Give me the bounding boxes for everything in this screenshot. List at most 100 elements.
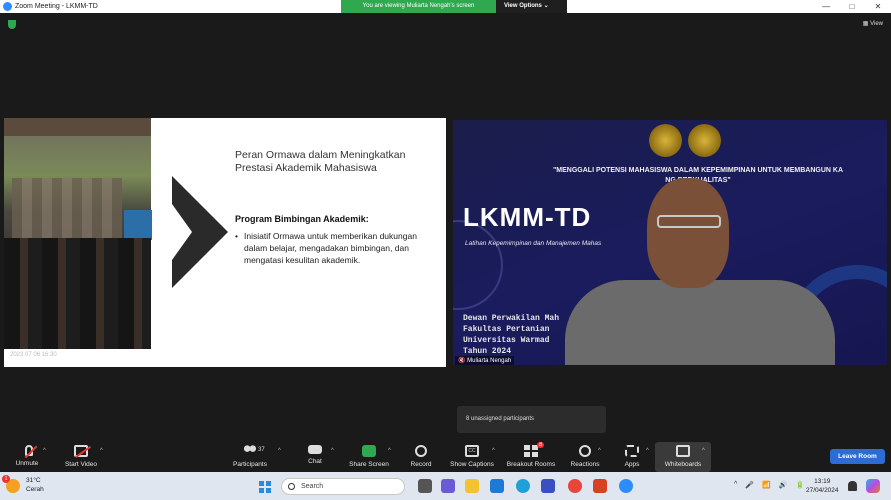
leave-room-button[interactable]: Leave Room — [830, 449, 885, 464]
speaker-head — [647, 178, 729, 288]
slide-subtitle: Program Bimbingan Akademik: — [235, 214, 369, 224]
weather-sun-icon: 1 — [2, 475, 20, 493]
emblem-left-icon — [649, 124, 682, 157]
apps-label: Apps — [624, 461, 640, 468]
edge-icon[interactable] — [516, 479, 530, 493]
slide-photo — [4, 118, 184, 349]
clock-time: 13:19 — [814, 478, 831, 485]
audio-options-chevron-icon[interactable]: ^ — [43, 448, 46, 454]
view-button[interactable]: ▦ View — [863, 20, 883, 27]
minimize-button[interactable]: — — [813, 0, 839, 13]
breakout-rooms-button[interactable]: 8 Breakout Rooms — [504, 442, 558, 472]
reactions-chevron-icon[interactable]: ^ — [598, 448, 601, 454]
unassigned-participants-popup[interactable]: 8 unassigned participants — [457, 406, 606, 433]
teams-icon[interactable] — [441, 479, 455, 493]
tray-overflow-icon[interactable]: ^ — [734, 481, 737, 489]
photo-timestamp: 2023 07 06 16:30 — [10, 352, 57, 358]
windows-taskbar: 1 31°C Cerah Search ^ 🎤 📶 🔊 🔋 13:19 27/0… — [0, 472, 891, 500]
notifications-bell-icon[interactable] — [848, 481, 857, 491]
video-options-chevron-icon[interactable]: ^ — [100, 448, 103, 454]
slide-bullet-text: Inisiatif Ormawa untuk memberikan dukung… — [244, 231, 417, 265]
participants-chevron-icon[interactable]: ^ — [278, 448, 281, 454]
start-video-button[interactable]: Start Video — [60, 442, 102, 472]
show-captions-label: Show Captions — [450, 461, 494, 468]
zoom-logo-icon — [3, 2, 12, 11]
share-screen-icon — [362, 445, 376, 457]
start-video-label: Start Video — [64, 461, 98, 468]
close-button[interactable]: ✕ — [865, 0, 891, 13]
record-icon — [415, 445, 427, 457]
show-captions-button[interactable]: CC Show Captions — [448, 442, 496, 472]
store-icon[interactable] — [490, 479, 504, 493]
reactions-button[interactable]: Reactions — [568, 442, 602, 472]
view-options-button[interactable]: View Options ⌄ — [496, 0, 567, 13]
search-placeholder: Search — [301, 483, 324, 490]
breakout-rooms-label: Breakout Rooms — [506, 461, 556, 468]
participants-icon: 37 — [243, 445, 265, 457]
chat-chevron-icon[interactable]: ^ — [331, 448, 334, 454]
battery-icon[interactable]: 🔋 — [795, 481, 804, 489]
weather-condition: Cerah — [26, 486, 44, 493]
breakout-rooms-badge: 8 — [537, 442, 544, 448]
share-screen-button[interactable]: Share Screen — [347, 442, 391, 472]
weather-widget[interactable]: 1 31°C Cerah — [2, 475, 44, 494]
security-shield-icon[interactable] — [8, 20, 16, 29]
chrome-icon[interactable] — [568, 479, 582, 493]
wifi-icon[interactable]: 📶 — [762, 481, 771, 489]
unmute-label: Unmute — [15, 460, 39, 467]
speaker-body — [565, 280, 835, 365]
taskbar-search-box[interactable]: Search — [281, 478, 405, 495]
windows-start-icon[interactable] — [259, 481, 271, 493]
photo-sacks — [12, 178, 122, 238]
whiteboards-chevron-icon[interactable]: ^ — [702, 448, 705, 454]
participant-count: 37 — [258, 447, 265, 453]
org-line: Dewan Perwakilan Mah — [463, 314, 560, 323]
maximize-button[interactable]: □ — [839, 0, 865, 13]
copilot-icon[interactable] — [866, 479, 880, 493]
chat-label: Chat — [308, 458, 322, 465]
participants-button[interactable]: 37 Participants — [229, 442, 271, 472]
reactions-label: Reactions — [570, 461, 600, 468]
app-icon[interactable] — [541, 479, 555, 493]
share-screen-label: Share Screen — [349, 461, 389, 468]
clock-date: 27/04/2024 — [806, 487, 839, 494]
whiteboards-button[interactable]: Whiteboards — [655, 442, 711, 472]
taskbar-clock[interactable]: 13:19 27/04/2024 — [806, 477, 839, 495]
view-button-label: View — [870, 21, 883, 27]
reactions-icon — [579, 445, 591, 457]
participant-name-tag: 🔇 Muliarta Nengah — [455, 356, 515, 365]
apps-chevron-icon[interactable]: ^ — [646, 448, 649, 454]
apps-button[interactable]: Apps — [620, 442, 644, 472]
search-icon — [288, 483, 295, 490]
participants-label: Participants — [233, 461, 267, 468]
video-organizer: Dewan Perwakilan Mah Fakultas Pertanian … — [463, 313, 559, 357]
emblem-right-icon — [688, 124, 721, 157]
weather-badge: 1 — [2, 475, 10, 483]
window-controls: — □ ✕ — [813, 0, 891, 13]
speaker-glasses — [657, 215, 721, 228]
org-line: Universitas Warmad — [463, 336, 550, 345]
apps-icon — [625, 445, 639, 457]
shared-screen-slide: 2023 07 06 16:30 Peran Ormawa dalam Meni… — [4, 118, 446, 367]
powerpoint-icon[interactable] — [593, 479, 607, 493]
share-chevron-icon[interactable]: ^ — [388, 448, 391, 454]
slide-chevron-cut — [152, 176, 192, 288]
org-line: Fakultas Pertanian — [463, 325, 550, 334]
task-view-icon[interactable] — [418, 479, 432, 493]
temperature: 31°C — [26, 477, 41, 484]
chat-button[interactable]: Chat — [300, 442, 330, 472]
slide-bullet: • Inisiatif Ormawa untuk memberikan duku… — [235, 230, 425, 266]
captions-chevron-icon[interactable]: ^ — [492, 448, 495, 454]
whiteboards-label: Whiteboards — [664, 461, 702, 468]
bullet-dot: • — [235, 231, 238, 241]
unmute-button[interactable]: Unmute — [12, 442, 42, 472]
volume-icon[interactable]: 🔊 — [779, 481, 788, 489]
record-button[interactable]: Record — [406, 442, 436, 472]
file-explorer-icon[interactable] — [465, 479, 479, 493]
meeting-toolbar: Unmute ^ Start Video ^ 37 Participants ^… — [0, 442, 891, 472]
system-tray: ^ 🎤 📶 🔊 🔋 — [734, 481, 804, 489]
mic-off-icon — [24, 445, 33, 456]
zoom-meeting-window: Zoom Meeting - LKMM-TD You are viewing M… — [0, 0, 891, 500]
microphone-icon[interactable]: 🎤 — [745, 481, 754, 489]
zoom-taskbar-icon[interactable] — [619, 479, 633, 493]
